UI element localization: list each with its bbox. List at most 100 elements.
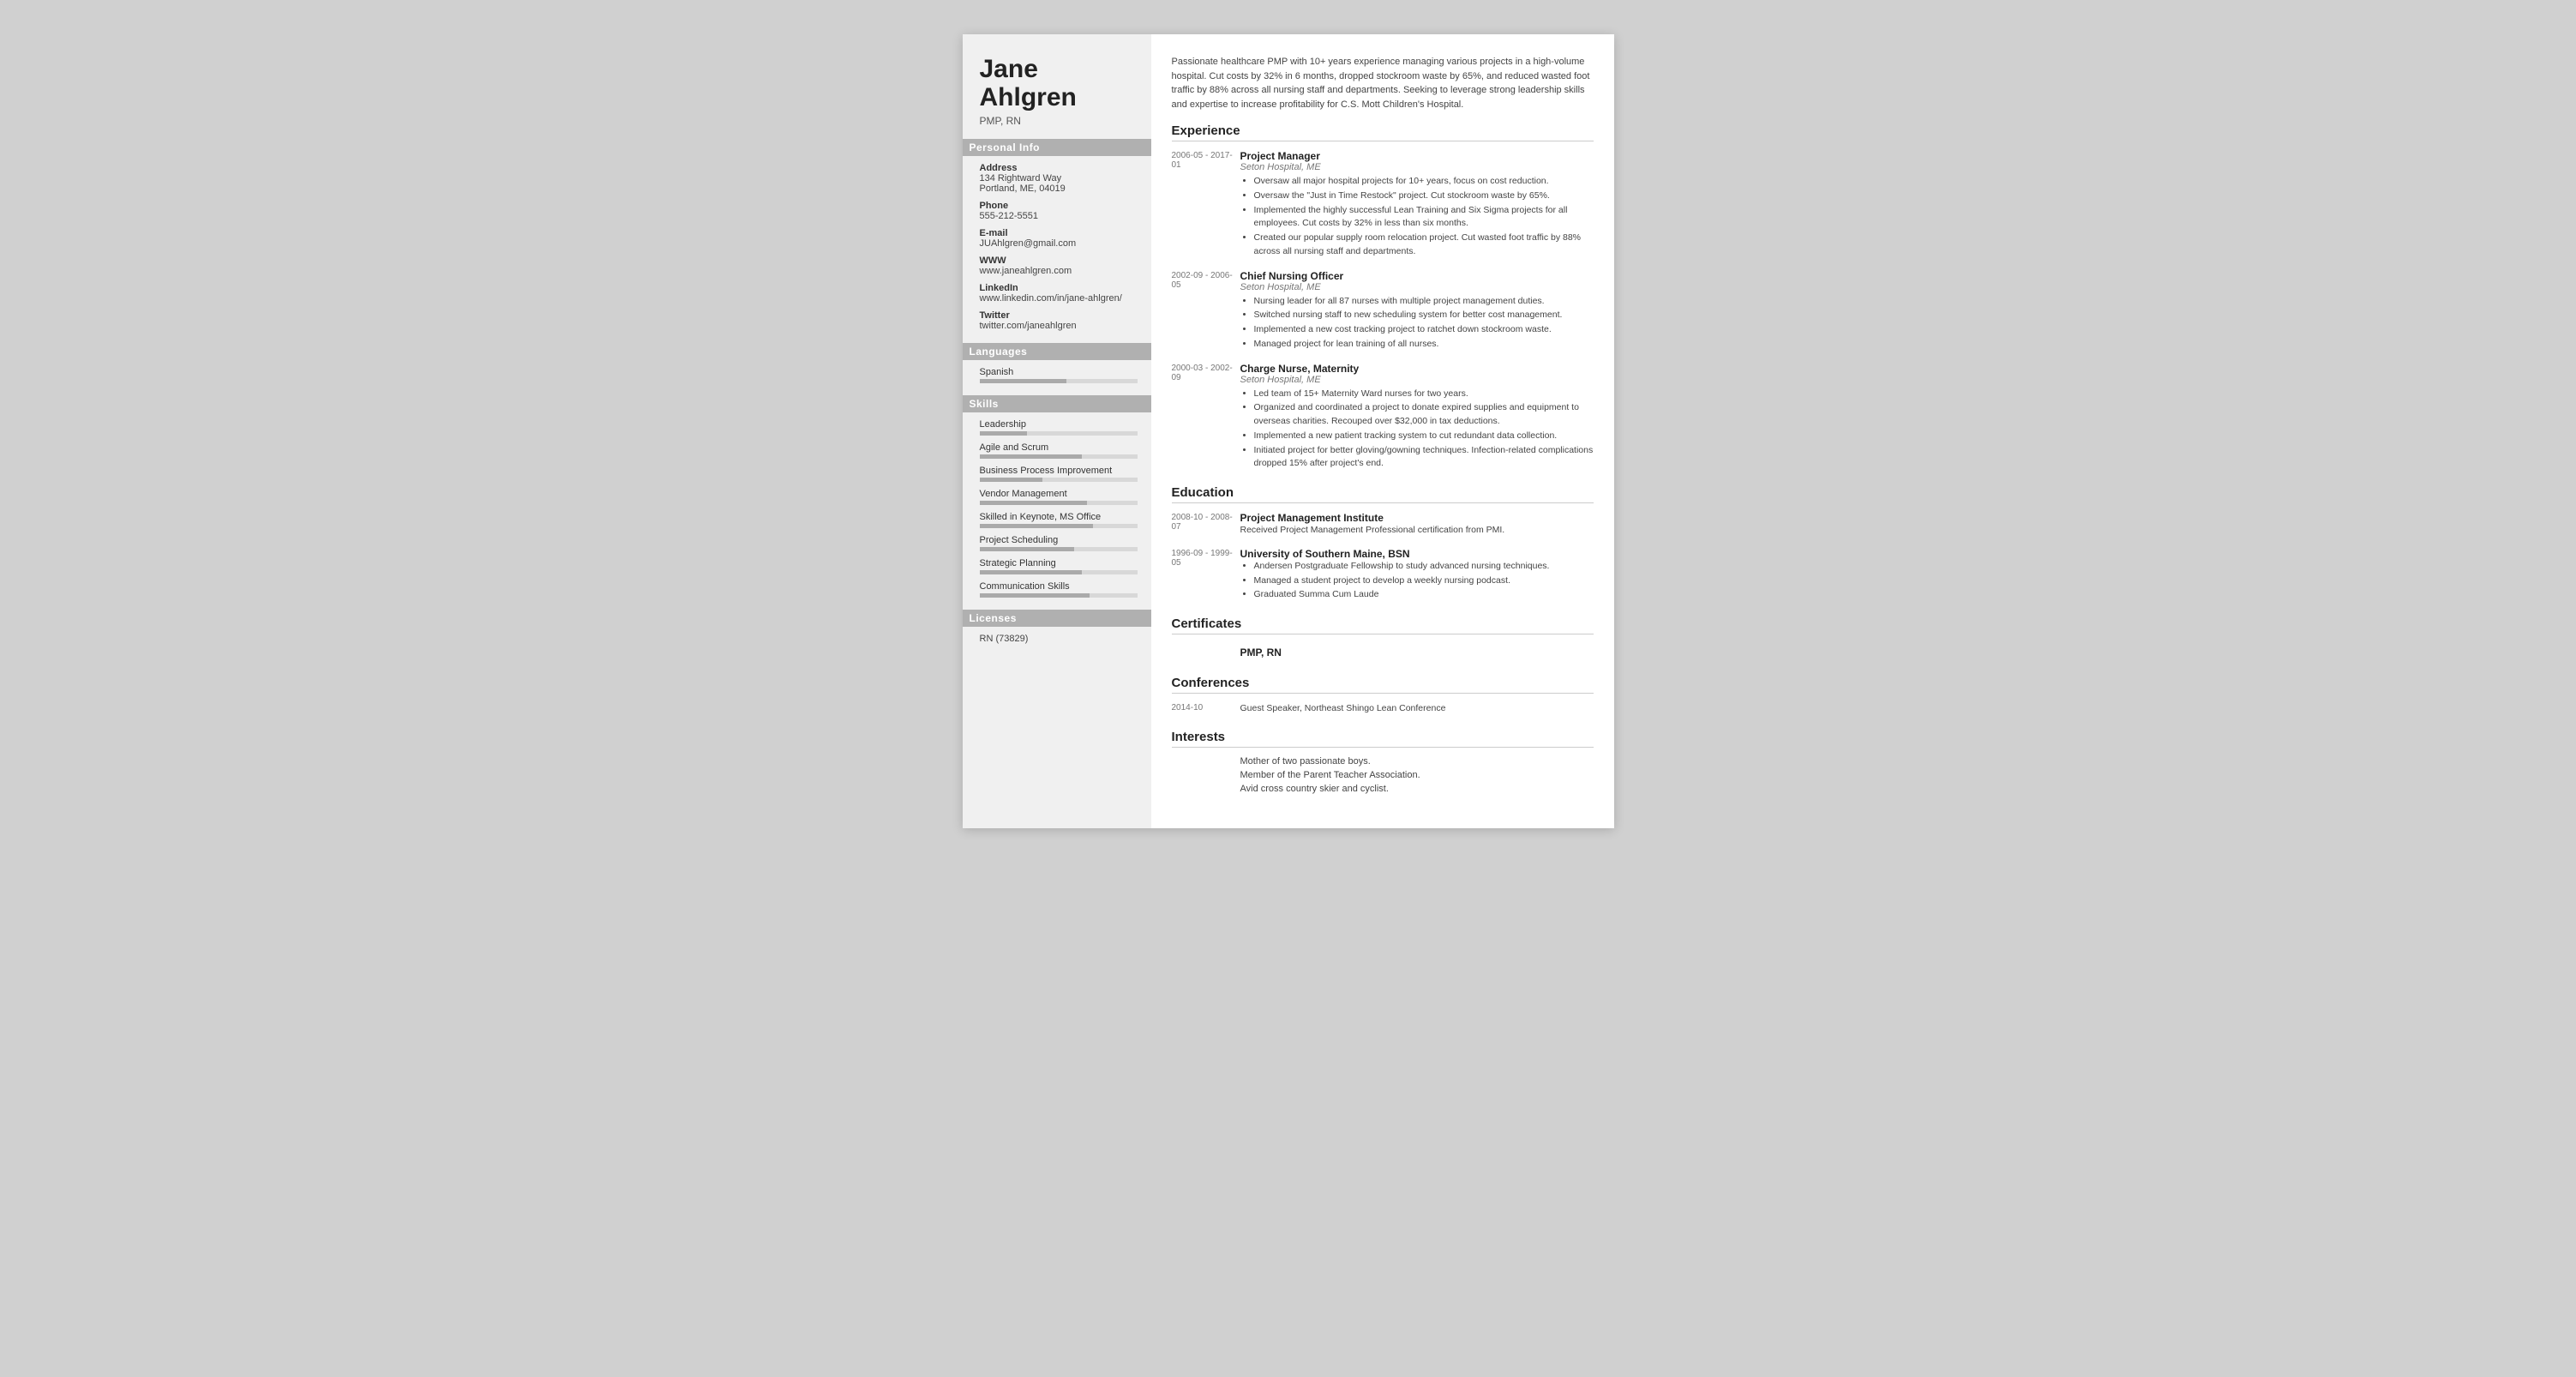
bullet-item: Organized and coordinated a project to d… (1254, 401, 1594, 429)
skill-item: Strategic Planning (980, 558, 1138, 574)
skill-bar-fill (980, 570, 1083, 574)
certificates-container: PMP, RN (1172, 643, 1594, 662)
language-item: Spanish (980, 367, 1138, 383)
entry-bullets: Andersen Postgraduate Fellowship to stud… (1240, 560, 1594, 602)
entry-org: Seton Hospital, ME (1240, 162, 1594, 172)
skill-bar-fill (980, 431, 1027, 436)
title: PMP, RN (980, 115, 1138, 127)
entry-date: 2008-10 - 2008-07 (1172, 512, 1240, 538)
skill-item: Skilled in Keynote, MS Office (980, 512, 1138, 528)
interest-item: Mother of two passionate boys. (1172, 756, 1594, 767)
language-name: Spanish (980, 367, 1138, 377)
education-container: 2008-10 - 2008-07 Project Management Ins… (1172, 512, 1594, 603)
skill-name: Vendor Management (980, 489, 1138, 499)
skill-name: Project Scheduling (980, 535, 1138, 545)
entry-title: Project Management Institute (1240, 512, 1594, 524)
email-value: JUAhlgren@gmail.com (980, 238, 1138, 249)
twitter-label: Twitter (980, 310, 1138, 321)
entry-title: Chief Nursing Officer (1240, 270, 1594, 282)
skill-name: Leadership (980, 419, 1138, 430)
skill-name: Agile and Scrum (980, 442, 1138, 453)
bullet-item: Oversaw all major hospital projects for … (1254, 175, 1594, 189)
skill-bar-bg (980, 547, 1138, 551)
bullet-item: Managed project for lean training of all… (1254, 338, 1594, 352)
conf-content: Guest Speaker, Northeast Shingo Lean Con… (1240, 702, 1594, 716)
bullet-item: Implemented a new cost tracking project … (1254, 323, 1594, 337)
bullet-item: Graduated Summa Cum Laude (1254, 588, 1594, 602)
experience-entry: 2006-05 - 2017-01 Project Manager Seton … (1172, 150, 1594, 260)
skill-bar-fill (980, 478, 1043, 482)
interests-header: Interests (1172, 730, 1594, 748)
bullet-item: Created our popular supply room relocati… (1254, 232, 1594, 259)
www-group: WWW www.janeahlgren.com (980, 256, 1138, 276)
languages-container: Spanish (980, 367, 1138, 383)
skill-name: Business Process Improvement (980, 466, 1138, 476)
entry-date: 2006-05 - 2017-01 (1172, 150, 1240, 260)
licenses-header: Licenses (963, 610, 1151, 627)
address-label: Address (980, 163, 1138, 173)
entry-date: 2002-09 - 2006-05 (1172, 270, 1240, 352)
bullet-item: Led team of 15+ Maternity Ward nurses fo… (1254, 388, 1594, 401)
conferences-container: 2014-10 Guest Speaker, Northeast Shingo … (1172, 702, 1594, 716)
resume-container: Jane Ahlgren PMP, RN Personal Info Addre… (963, 34, 1614, 828)
interest-item: Avid cross country skier and cyclist. (1172, 784, 1594, 794)
linkedin-value: www.linkedin.com/in/jane-ahlgren/ (980, 293, 1138, 304)
language-bar-bg (980, 379, 1138, 383)
www-value: www.janeahlgren.com (980, 266, 1138, 276)
skill-bar-fill (980, 593, 1090, 598)
bullet-item: Initiated project for better gloving/gow… (1254, 444, 1594, 472)
skills-container: Leadership Agile and Scrum Business Proc… (980, 419, 1138, 598)
entry-org: Seton Hospital, ME (1240, 375, 1594, 385)
entry-title: Project Manager (1240, 150, 1594, 162)
entry-bullets: Oversaw all major hospital projects for … (1240, 175, 1594, 259)
entry-bullets: Led team of 15+ Maternity Ward nurses fo… (1240, 388, 1594, 472)
entry-content: Project Management Institute Received Pr… (1240, 512, 1594, 538)
bullet-item: Implemented a new patient tracking syste… (1254, 430, 1594, 443)
skill-item: Project Scheduling (980, 535, 1138, 551)
personal-info-header: Personal Info (963, 139, 1151, 156)
email-group: E-mail JUAhlgren@gmail.com (980, 228, 1138, 249)
conference-entry: 2014-10 Guest Speaker, Northeast Shingo … (1172, 702, 1594, 716)
conf-date: 2014-10 (1172, 702, 1240, 716)
last-name: Ahlgren (980, 83, 1138, 111)
entry-bullets: Nursing leader for all 87 nurses with mu… (1240, 295, 1594, 352)
cert-date (1172, 652, 1240, 653)
skill-item: Leadership (980, 419, 1138, 436)
linkedin-label: LinkedIn (980, 283, 1138, 293)
skill-item: Agile and Scrum (980, 442, 1138, 459)
bullet-item: Andersen Postgraduate Fellowship to stud… (1254, 560, 1594, 574)
experience-entry: 2002-09 - 2006-05 Chief Nursing Officer … (1172, 270, 1594, 352)
skill-name: Communication Skills (980, 581, 1138, 592)
conferences-header: Conferences (1172, 676, 1594, 694)
phone-value: 555-212-5551 (980, 211, 1138, 221)
bullet-item: Switched nursing staff to new scheduling… (1254, 309, 1594, 322)
bullet-item: Managed a student project to develop a w… (1254, 574, 1594, 588)
skill-item: Communication Skills (980, 581, 1138, 598)
certificates-header: Certificates (1172, 616, 1594, 634)
experience-container: 2006-05 - 2017-01 Project Manager Seton … (1172, 150, 1594, 472)
skill-bar-fill (980, 501, 1087, 505)
education-entry: 2008-10 - 2008-07 Project Management Ins… (1172, 512, 1594, 538)
entry-content: Charge Nurse, Maternity Seton Hospital, … (1240, 363, 1594, 472)
entry-date: 2000-03 - 2002-09 (1172, 363, 1240, 472)
email-label: E-mail (980, 228, 1138, 238)
license-value: RN (73829) (980, 634, 1138, 644)
certificates-section: Certificates PMP, RN (1172, 616, 1594, 662)
interests-section: Interests Mother of two passionate boys.… (1172, 730, 1594, 794)
skill-bar-fill (980, 454, 1083, 459)
skill-bar-bg (980, 570, 1138, 574)
conferences-section: Conferences 2014-10 Guest Speaker, North… (1172, 676, 1594, 716)
address-line1: 134 Rightward Way (980, 173, 1138, 183)
skill-item: Business Process Improvement (980, 466, 1138, 482)
www-label: WWW (980, 256, 1138, 266)
first-name: Jane (980, 55, 1138, 83)
entry-org: Seton Hospital, ME (1240, 282, 1594, 292)
bullet-item: Oversaw the "Just in Time Restock" proje… (1254, 189, 1594, 203)
skill-bar-bg (980, 593, 1138, 598)
entry-content: Chief Nursing Officer Seton Hospital, ME… (1240, 270, 1594, 352)
education-header: Education (1172, 485, 1594, 503)
skill-bar-bg (980, 501, 1138, 505)
skill-name: Skilled in Keynote, MS Office (980, 512, 1138, 522)
entry-date: 1996-09 - 1999-05 (1172, 548, 1240, 603)
education-section: Education 2008-10 - 2008-07 Project Mana… (1172, 485, 1594, 603)
